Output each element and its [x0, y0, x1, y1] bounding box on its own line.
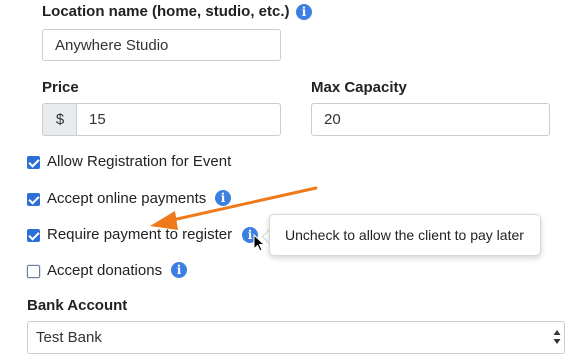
- bank-account-label: Bank Account: [27, 297, 128, 314]
- select-arrows-icon: [553, 330, 561, 344]
- mouse-cursor-icon: [253, 234, 266, 252]
- bank-account-selected: Test Bank: [36, 329, 102, 346]
- bank-account-select[interactable]: Test Bank: [27, 321, 565, 354]
